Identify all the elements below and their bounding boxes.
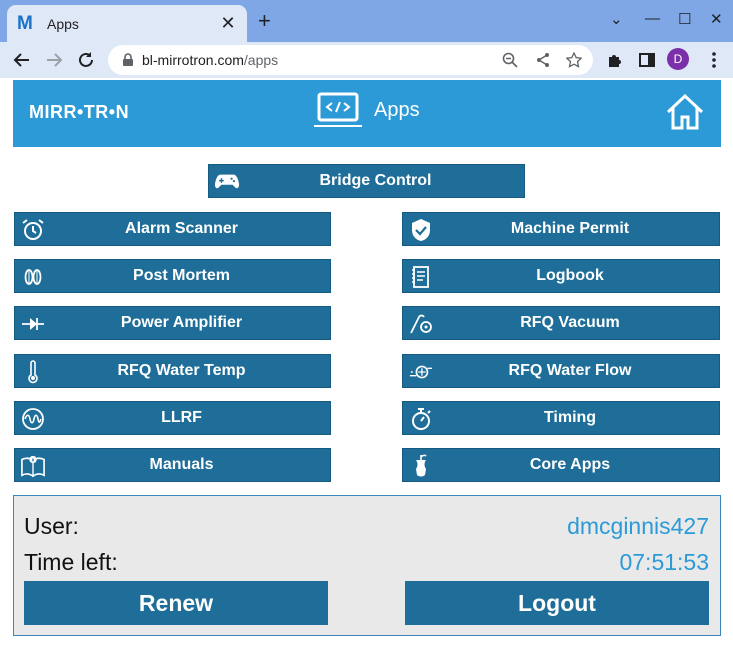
zoom-icon[interactable] — [502, 52, 518, 68]
rfq-water-flow-button[interactable]: RFQ Water Flow — [402, 354, 720, 388]
waveform-icon — [21, 407, 45, 431]
lock-icon — [123, 53, 133, 66]
book-info-icon — [21, 454, 45, 478]
stopwatch-icon — [409, 407, 433, 431]
thermometer-icon — [21, 360, 45, 384]
logbook-button[interactable]: Logbook — [402, 259, 720, 293]
button-label: Alarm Scanner — [125, 220, 238, 237]
alarm-clock-icon — [21, 218, 45, 242]
window-close-icon[interactable]: ✕ — [710, 10, 723, 28]
app-header: MIRR•TR•N Apps — [13, 80, 721, 147]
diode-icon — [21, 312, 45, 336]
footprints-icon — [21, 265, 45, 289]
extensions-icon[interactable] — [604, 49, 626, 71]
side-panel-icon[interactable] — [636, 49, 658, 71]
time-left-label: Time left: — [24, 549, 118, 575]
session-panel: User: dmcginnis427 Time left: 07:51:53 R… — [13, 495, 721, 636]
button-label: RFQ Vacuum — [520, 314, 620, 331]
page-title: Apps — [374, 99, 420, 121]
maximize-icon[interactable]: ☐ — [678, 10, 691, 28]
new-tab-icon[interactable]: + — [258, 10, 271, 32]
post-mortem-button[interactable]: Post Mortem — [14, 259, 331, 293]
site-favicon: M — [17, 12, 33, 34]
button-label: Logbook — [536, 267, 604, 284]
browser-menu-icon[interactable] — [703, 49, 725, 71]
share-icon[interactable] — [535, 52, 551, 68]
flow-pump-icon — [409, 360, 433, 384]
timing-button[interactable]: Timing — [402, 401, 720, 435]
time-left-value: 07:51:53 — [619, 549, 709, 575]
core-apps-button[interactable]: Core Apps — [402, 448, 720, 482]
button-label: Post Mortem — [133, 267, 230, 284]
browser-toolbar: bl-mirrotron.com/apps D — [0, 42, 733, 78]
button-label: RFQ Water Flow — [508, 362, 632, 379]
button-label: Machine Permit — [510, 220, 630, 237]
button-label: Manuals — [149, 456, 214, 473]
address-bar[interactable]: bl-mirrotron.com/apps — [108, 45, 593, 75]
gamepad-icon — [215, 170, 239, 194]
logout-button[interactable]: Logout — [405, 581, 709, 625]
button-label: Bridge Control — [319, 172, 432, 189]
url-text: bl-mirrotron.com/apps — [142, 52, 279, 68]
tab-title: Apps — [47, 15, 79, 32]
button-label: Core Apps — [529, 456, 611, 473]
renew-button[interactable]: Renew — [24, 581, 328, 625]
vacuum-cleaner-icon — [409, 312, 433, 336]
button-label: RFQ Water Temp — [117, 362, 246, 379]
reload-icon[interactable] — [75, 49, 97, 71]
tab-search-icon[interactable]: ⌄ — [610, 10, 623, 28]
llrf-button[interactable]: LLRF — [14, 401, 331, 435]
browser-titlebar: M Apps ✕ + ⌄ — ☐ ✕ — [0, 0, 733, 42]
notebook-icon — [409, 265, 433, 289]
rfq-water-temp-button[interactable]: RFQ Water Temp — [14, 354, 331, 388]
bridge-control-button[interactable]: Bridge Control — [208, 164, 525, 198]
alarm-scanner-button[interactable]: Alarm Scanner — [14, 212, 331, 246]
machine-permit-button[interactable]: Machine Permit — [402, 212, 720, 246]
minimize-icon[interactable]: — — [645, 10, 660, 27]
button-label: Power Amplifier — [120, 314, 243, 331]
apple-core-icon — [409, 454, 433, 478]
shield-check-icon — [409, 218, 433, 242]
close-tab-icon[interactable]: ✕ — [219, 13, 237, 34]
button-label: Timing — [543, 409, 597, 426]
rfq-vacuum-button[interactable]: RFQ Vacuum — [402, 306, 720, 340]
username-value: dmcginnis427 — [567, 513, 709, 539]
back-icon[interactable] — [11, 49, 33, 71]
button-label: LLRF — [161, 409, 202, 426]
mirrotron-logo[interactable]: MIRR•TR•N — [29, 102, 129, 123]
manuals-button[interactable]: Manuals — [14, 448, 331, 482]
forward-icon[interactable] — [43, 49, 65, 71]
power-amplifier-button[interactable]: Power Amplifier — [14, 306, 331, 340]
bookmark-star-icon[interactable] — [566, 52, 582, 68]
browser-tab[interactable]: M Apps ✕ — [7, 5, 247, 42]
user-label: User: — [24, 513, 79, 539]
laptop-code-icon — [314, 92, 362, 127]
home-icon[interactable] — [665, 92, 705, 132]
profile-avatar[interactable]: D — [667, 48, 689, 70]
